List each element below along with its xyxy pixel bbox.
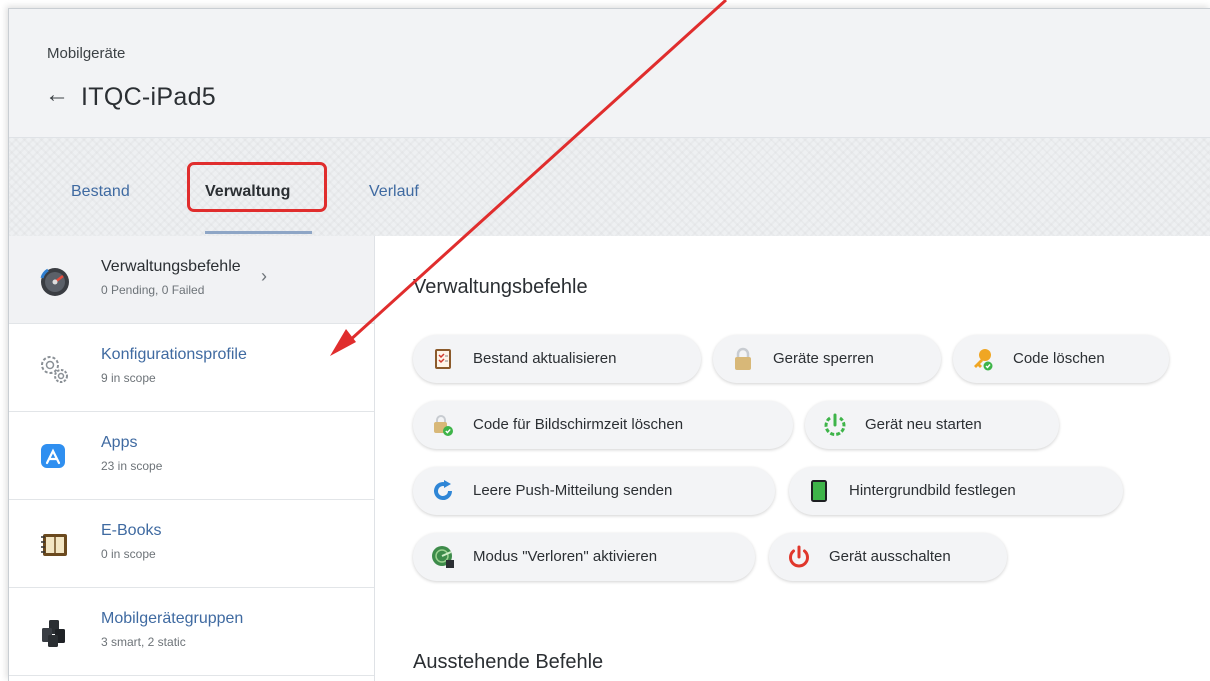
pending-commands-heading: Ausstehende Befehle [413, 651, 604, 673]
sidebar-item-sub: 0 in scope [101, 547, 156, 561]
back-arrow-icon[interactable]: ← [45, 83, 69, 107]
power-icon [789, 545, 809, 568]
sidebar-item-verwaltungsbefehle[interactable]: Verwaltungsbefehle 0 Pending, 0 Failed › [9, 236, 374, 324]
sidebar-item-e-books[interactable]: E-Books 0 in scope [9, 500, 374, 588]
command-label: Gerät neu starten [865, 416, 982, 433]
sidebar-item-label: Konfigurationsprofile [101, 346, 247, 363]
tab-bar: Bestand Verwaltung Verlauf [9, 138, 1210, 236]
send-blank-push-button[interactable]: Leere Push-Mitteilung senden [413, 467, 775, 515]
lock-devices-button[interactable]: Geräte sperren [713, 335, 941, 383]
sidebar-item-label: Apps [101, 434, 138, 451]
enable-lost-mode-button[interactable]: Modus "Verloren" aktivieren [413, 533, 755, 581]
sidebar-item-konfigurationsprofile[interactable]: Konfigurationsprofile 9 in scope [9, 324, 374, 412]
command-label: Leere Push-Mitteilung senden [473, 482, 673, 499]
sidebar-item-sub: 9 in scope [101, 371, 156, 385]
sidebar-item-sub: 0 Pending, 0 Failed [101, 283, 205, 297]
sidebar-item-label: Mobilgerätegruppen [101, 610, 244, 627]
refresh-arrow-icon [434, 480, 453, 501]
command-label: Code löschen [1013, 350, 1105, 367]
lost-mode-radar-icon [432, 546, 454, 568]
management-commands-icon [40, 268, 69, 296]
restart-icon [824, 413, 846, 436]
set-wallpaper-button[interactable]: Hintergrundbild festlegen [789, 467, 1123, 515]
sidebar: Verwaltungsbefehle 0 Pending, 0 Failed ›… [9, 236, 375, 681]
sidebar-item-label: E-Books [101, 522, 162, 539]
sidebar-item-apps[interactable]: Apps 23 in scope [9, 412, 374, 500]
sidebar-item-mobilgeraetegruppen[interactable]: Mobilgerätegruppen 3 smart, 2 static [9, 588, 374, 676]
inventory-clipboard-icon [435, 349, 451, 369]
padlock-icon [735, 347, 751, 370]
clear-passcode-button[interactable]: Code löschen [953, 335, 1169, 383]
screen-time-lock-icon [434, 415, 453, 436]
shut-down-device-button[interactable]: Gerät ausschalten [769, 533, 1007, 581]
command-label: Modus "Verloren" aktivieren [473, 548, 658, 565]
app-window: Mobilgeräte ← ITQC-iPad5 Bestand Verwalt… [8, 8, 1210, 681]
active-tab-indicator [205, 231, 312, 234]
key-icon [974, 349, 993, 371]
device-groups-icon [42, 620, 65, 647]
page-header: Mobilgeräte ← ITQC-iPad5 [9, 9, 1210, 138]
ebook-icon [41, 534, 67, 556]
main-panel: Verwaltungsbefehle Bestand aktualisieren… [375, 236, 1210, 681]
section-heading: Verwaltungsbefehle [413, 276, 588, 298]
command-label: Bestand aktualisieren [473, 350, 617, 367]
tab-verlauf[interactable]: Verlauf [369, 183, 419, 201]
command-label: Code für Bildschirmzeit löschen [473, 416, 684, 433]
command-label: Hintergrundbild festlegen [849, 482, 1016, 499]
page-title: ITQC-iPad5 [81, 83, 216, 111]
command-label: Gerät ausschalten [829, 548, 951, 565]
tab-bestand[interactable]: Bestand [71, 183, 130, 201]
sidebar-item-label: Verwaltungsbefehle [101, 258, 241, 275]
gears-icon [41, 356, 68, 383]
sidebar-item-sub: 3 smart, 2 static [101, 635, 186, 649]
clear-screen-time-passcode-button[interactable]: Code für Bildschirmzeit löschen [413, 401, 793, 449]
breadcrumb[interactable]: Mobilgeräte [47, 45, 125, 62]
app-store-icon [41, 444, 65, 468]
command-label: Geräte sperren [773, 350, 874, 367]
annotation-highlight-box [187, 162, 327, 212]
restart-device-button[interactable]: Gerät neu starten [805, 401, 1059, 449]
update-inventory-button[interactable]: Bestand aktualisieren [413, 335, 701, 383]
chevron-right-icon: › [261, 266, 267, 286]
tablet-icon [811, 480, 827, 502]
sidebar-item-sub: 23 in scope [101, 459, 163, 473]
